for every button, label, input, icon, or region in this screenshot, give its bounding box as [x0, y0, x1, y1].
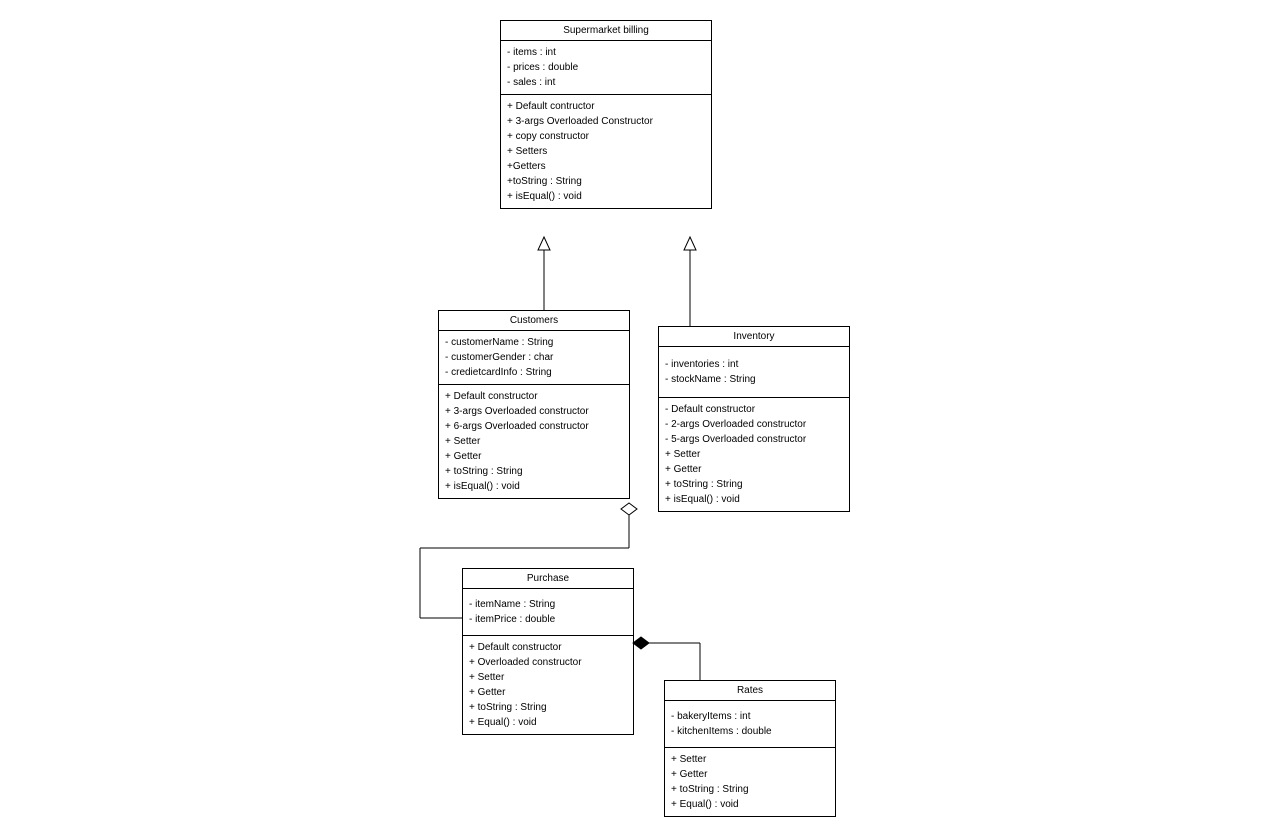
class-operations: + Default constructor + Overloaded const… [463, 636, 633, 734]
class-op: + Default constructor [445, 389, 623, 404]
class-op: + toString : String [671, 782, 829, 797]
class-operations: + Default constructor + 3-args Overloade… [439, 385, 629, 498]
class-operations: - Default constructor - 2-args Overloade… [659, 398, 849, 511]
class-attr: - inventories : int [665, 357, 843, 372]
class-op: + Getter [469, 685, 627, 700]
class-supermarket-billing: Supermarket billing - items : int - pric… [500, 20, 712, 209]
class-attributes: - customerName : String - customerGender… [439, 331, 629, 385]
class-attr: - customerGender : char [445, 350, 623, 365]
class-op: + Overloaded constructor [469, 655, 627, 670]
class-op: + Equal() : void [469, 715, 627, 730]
class-attr: - itemPrice : double [469, 612, 627, 627]
class-op: - 5-args Overloaded constructor [665, 432, 843, 447]
class-title: Purchase [463, 569, 633, 589]
class-op: + isEqual() : void [665, 492, 843, 507]
class-attributes: - items : int - prices : double - sales … [501, 41, 711, 95]
class-attributes: - itemName : String - itemPrice : double [463, 589, 633, 636]
class-op: + isEqual() : void [507, 189, 705, 204]
class-op: + Setters [507, 144, 705, 159]
class-inventory: Inventory - inventories : int - stockNam… [658, 326, 850, 512]
class-attr: - kitchenItems : double [671, 724, 829, 739]
class-op: + Setter [665, 447, 843, 462]
class-op: - 2-args Overloaded constructor [665, 417, 843, 432]
class-op: +toString : String [507, 174, 705, 189]
class-op: + toString : String [469, 700, 627, 715]
class-op: + Getter [445, 449, 623, 464]
class-op: + Setter [445, 434, 623, 449]
class-attr: - sales : int [507, 75, 705, 90]
generalization-arrow-icon [538, 237, 550, 310]
composition-connector-icon [633, 637, 700, 680]
class-attr: - bakeryItems : int [671, 709, 829, 724]
class-op: + copy constructor [507, 129, 705, 144]
class-rates: Rates - bakeryItems : int - kitchenItems… [664, 680, 836, 817]
class-title: Rates [665, 681, 835, 701]
class-op: - Default constructor [665, 402, 843, 417]
class-op: + 6-args Overloaded constructor [445, 419, 623, 434]
class-operations: + Default contructor + 3-args Overloaded… [501, 95, 711, 208]
class-customers: Customers - customerName : String - cust… [438, 310, 630, 499]
class-attr: - prices : double [507, 60, 705, 75]
class-op: + 3-args Overloaded constructor [445, 404, 623, 419]
class-title: Inventory [659, 327, 849, 347]
class-op: + isEqual() : void [445, 479, 623, 494]
class-attributes: - inventories : int - stockName : String [659, 347, 849, 398]
class-op: + toString : String [665, 477, 843, 492]
class-op: + Getter [671, 767, 829, 782]
class-op: + Equal() : void [671, 797, 829, 812]
class-op: +Getters [507, 159, 705, 174]
class-attr: - stockName : String [665, 372, 843, 387]
generalization-arrow-icon [684, 237, 696, 326]
class-op: + Default constructor [469, 640, 627, 655]
class-op: + Setter [469, 670, 627, 685]
class-title: Supermarket billing [501, 21, 711, 41]
class-attr: - customerName : String [445, 335, 623, 350]
class-op: + Getter [665, 462, 843, 477]
class-op: + 3-args Overloaded Constructor [507, 114, 705, 129]
class-attr: - items : int [507, 45, 705, 60]
class-title: Customers [439, 311, 629, 331]
class-purchase: Purchase - itemName : String - itemPrice… [462, 568, 634, 735]
class-attr: - credietcardInfo : String [445, 365, 623, 380]
class-op: + toString : String [445, 464, 623, 479]
class-op: + Setter [671, 752, 829, 767]
class-operations: + Setter + Getter + toString : String + … [665, 748, 835, 816]
class-attr: - itemName : String [469, 597, 627, 612]
class-attributes: - bakeryItems : int - kitchenItems : dou… [665, 701, 835, 748]
class-op: + Default contructor [507, 99, 705, 114]
